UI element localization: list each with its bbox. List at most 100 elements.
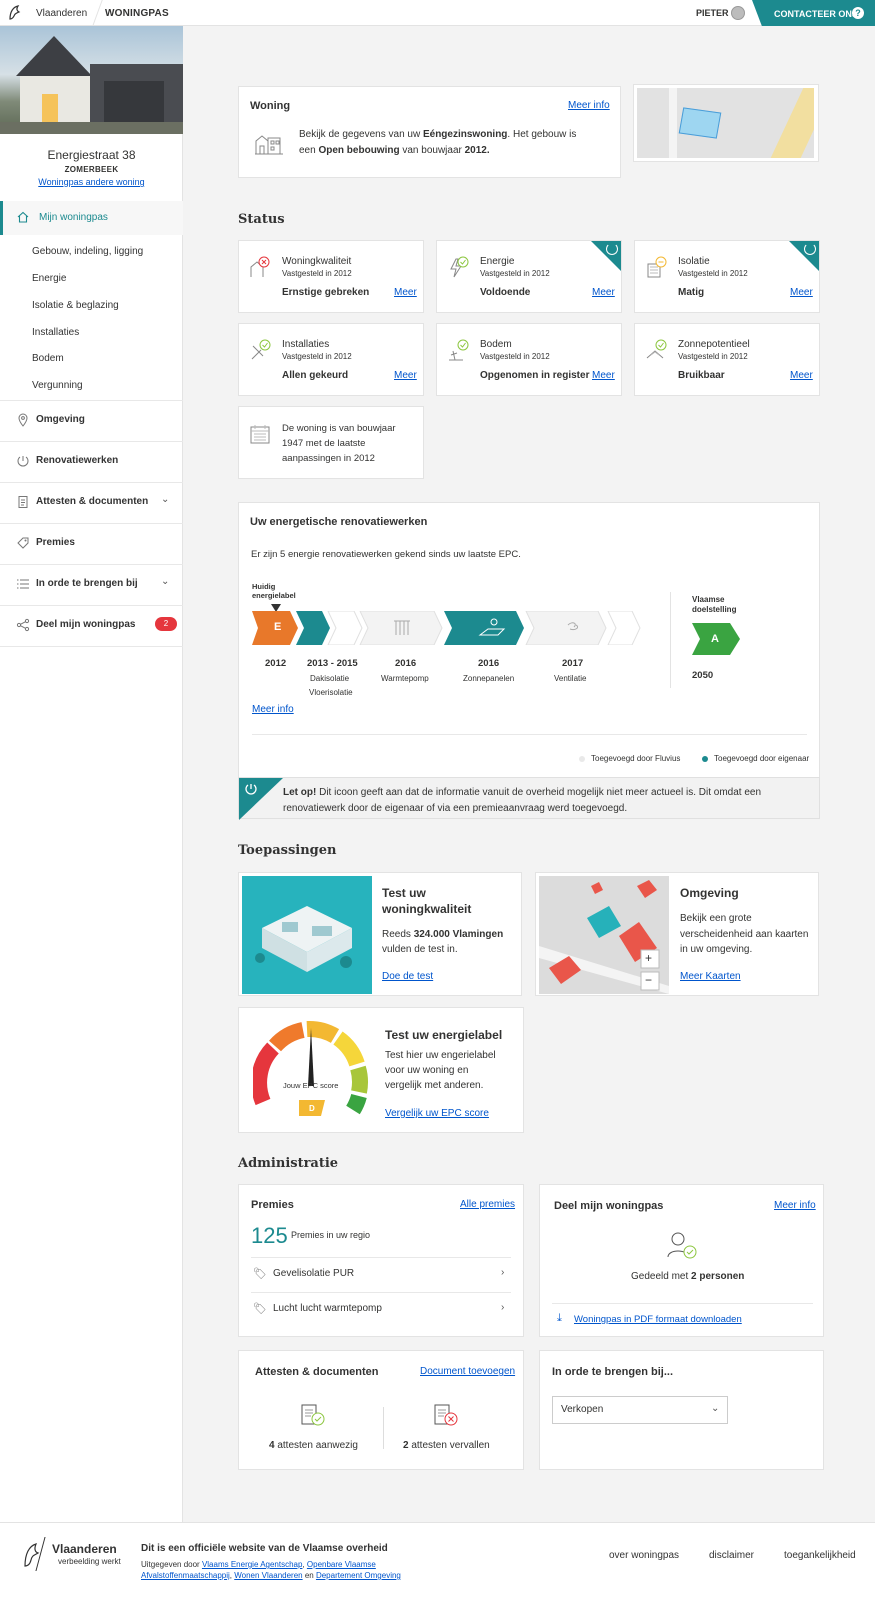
woning-more-link[interactable]: Meer info bbox=[568, 100, 610, 111]
status-card-bodem[interactable]: Bodem Vastgesteld in 2012 Opgenomen in r… bbox=[436, 323, 622, 396]
subnav-energie[interactable]: Energie bbox=[32, 273, 66, 284]
share-icon bbox=[16, 618, 30, 632]
zoom-in-button[interactable]: + bbox=[645, 951, 652, 965]
sidebar-item-renovatiewerken[interactable]: Renovatiewerken bbox=[0, 441, 183, 482]
status-card-zonnepotentieel[interactable]: Zonnepotentieel Vastgesteld in 2012 Brui… bbox=[634, 323, 820, 396]
legend-fluvius: Toegevoegd door Fluvius bbox=[591, 754, 681, 763]
order-card: In orde te brengen bij... Verkopen ⌄ bbox=[539, 1350, 824, 1470]
quality-title-2: woningkwaliteit bbox=[382, 902, 472, 916]
footer-link-disclaimer[interactable]: disclaimer bbox=[709, 1550, 754, 1561]
current-energy-label: E bbox=[274, 621, 282, 633]
step-desc: Vloerisolatie bbox=[309, 688, 353, 697]
sidebar-item-mijn-woningpas[interactable]: Mijn woningpas bbox=[0, 201, 183, 235]
premie-row[interactable]: 🏷 Gevelisolatie PUR › bbox=[251, 1257, 511, 1287]
subnav-bodem[interactable]: Bodem bbox=[32, 353, 64, 364]
shared-count: Gedeeld met 2 personen bbox=[631, 1271, 745, 1282]
documents-card: Attesten & documenten Document toevoegen… bbox=[238, 1350, 524, 1470]
address-street: Energiestraat 38 bbox=[47, 148, 136, 162]
add-document-link[interactable]: Document toevoegen bbox=[420, 1366, 515, 1377]
share-more-link[interactable]: Meer info bbox=[774, 1200, 816, 1211]
zoom-out-button[interactable]: − bbox=[645, 973, 652, 987]
attests-present: 4 attesten aanwezig bbox=[269, 1440, 358, 1451]
divider bbox=[383, 1407, 384, 1449]
subnav-gebouw[interactable]: Gebouw, indeling, ligging bbox=[32, 246, 143, 257]
legend-dot-fluvius bbox=[579, 756, 585, 762]
subnav-isolatie[interactable]: Isolatie & beglazing bbox=[32, 300, 119, 311]
download-icon: ⤓ bbox=[557, 1312, 562, 1324]
app-title[interactable]: WONINGPAS bbox=[105, 8, 169, 19]
app-card-omgeving: + − Omgeving Bekijk een grote verscheide… bbox=[535, 872, 819, 996]
woning-title: Woning bbox=[250, 100, 291, 112]
divider bbox=[0, 646, 183, 647]
status-value: Allen gekeurd bbox=[282, 370, 349, 381]
current-label-line-2: energielabel bbox=[252, 591, 296, 600]
status-card-isolatie[interactable]: Isolatie Vastgesteld in 2012 Matig Meer bbox=[634, 240, 820, 313]
brand-link[interactable]: Vlaanderen bbox=[36, 8, 87, 19]
order-select[interactable]: Verkopen ⌄ bbox=[552, 1396, 728, 1424]
subnav-installaties[interactable]: Installaties bbox=[32, 327, 79, 338]
other-home-link[interactable]: Woningpas andere woning bbox=[0, 177, 183, 187]
sidebar-item-omgeving[interactable]: Omgeving bbox=[0, 400, 183, 441]
subnav-vergunning[interactable]: Vergunning bbox=[32, 380, 83, 391]
status-more-link[interactable]: Meer bbox=[790, 370, 813, 381]
vlaanderen-lion-icon[interactable] bbox=[6, 4, 24, 22]
step-desc: Dakisolatie bbox=[310, 674, 350, 683]
solar-roof-check-icon bbox=[646, 339, 667, 359]
energy-text-1: Test hier uw engerielabel bbox=[385, 1050, 496, 1061]
premie-label: Lucht lucht warmtepomp bbox=[273, 1303, 382, 1314]
status-more-link[interactable]: Meer bbox=[790, 287, 813, 298]
woning-map-thumbnail[interactable] bbox=[637, 88, 814, 158]
woning-card: Woning Meer info Bekijk de gegevens van … bbox=[238, 86, 621, 178]
attests-expired: 2 attesten vervallen bbox=[403, 1440, 490, 1451]
insulation-warning-icon bbox=[647, 256, 667, 278]
omgeving-maps-link[interactable]: Meer Kaarten bbox=[680, 971, 741, 982]
status-more-link[interactable]: Meer bbox=[592, 287, 615, 298]
document-error-icon bbox=[434, 1404, 458, 1426]
order-title: In orde te brengen bij... bbox=[552, 1366, 674, 1378]
current-label-line-1: Huidig bbox=[252, 582, 276, 591]
premie-row[interactable]: 🏷 Lucht lucht warmtepomp › bbox=[251, 1292, 511, 1322]
help-icon[interactable]: ? bbox=[852, 7, 864, 19]
calendar-icon bbox=[250, 425, 270, 444]
home-icon bbox=[17, 211, 29, 223]
house-photo bbox=[0, 26, 183, 134]
sidebar-item-label: Deel mijn woningpas bbox=[36, 619, 136, 630]
status-card-bouwjaar: De woning is van bouwjaar 1947 met de la… bbox=[238, 406, 424, 479]
status-date: Vastgesteld in 2012 bbox=[480, 269, 550, 278]
status-more-link[interactable]: Meer bbox=[394, 370, 417, 381]
sidebar-item-in-orde[interactable]: In orde te brengen bij ⌄ bbox=[0, 564, 183, 605]
building-icon bbox=[255, 135, 283, 155]
pdf-download-link[interactable]: Woningpas in PDF formaat downloaden bbox=[574, 1314, 742, 1325]
location-pin-icon bbox=[18, 413, 28, 427]
energy-compare-link[interactable]: Vergelijk uw EPC score bbox=[385, 1108, 489, 1119]
status-more-link[interactable]: Meer bbox=[592, 370, 615, 381]
quality-title-1: Test uw bbox=[382, 886, 426, 900]
chevron-down-icon[interactable]: ⌄ bbox=[161, 576, 169, 587]
step-year: 2017 bbox=[562, 658, 584, 669]
chevron-right-icon: › bbox=[501, 1267, 505, 1278]
person-check-icon bbox=[667, 1232, 697, 1259]
divider bbox=[552, 1303, 813, 1304]
sidebar-item-premies[interactable]: Premies bbox=[0, 523, 183, 564]
chevron-down-icon[interactable]: ⌄ bbox=[161, 494, 169, 505]
sidebar-item-deel[interactable]: Deel mijn woningpas 2 bbox=[0, 605, 183, 646]
status-more-link[interactable]: Meer bbox=[394, 287, 417, 298]
all-premies-link[interactable]: Alle premies bbox=[460, 1199, 515, 1210]
sidebar-item-attesten[interactable]: Attesten & documenten ⌄ bbox=[0, 482, 183, 523]
avatar[interactable] bbox=[731, 6, 745, 20]
quality-text-2: vulden de test in. bbox=[382, 944, 458, 955]
footer-link-toegankelijkheid[interactable]: toegankelijkheid bbox=[784, 1550, 856, 1561]
footer-link-over[interactable]: over woningpas bbox=[609, 1550, 679, 1561]
share-card: Deel mijn woningpas Meer info Gedeeld me… bbox=[539, 1184, 824, 1337]
quality-test-link[interactable]: Doe de test bbox=[382, 971, 433, 982]
renovation-more-link[interactable]: Meer info bbox=[252, 704, 294, 715]
status-card-installaties[interactable]: Installaties Vastgesteld in 2012 Allen g… bbox=[238, 323, 424, 396]
sidebar-item-label: Mijn woningpas bbox=[39, 212, 108, 223]
divider bbox=[92, 0, 103, 26]
divider bbox=[252, 734, 807, 735]
sidebar-item-label: Premies bbox=[36, 537, 75, 548]
sidebar-item-label: Renovatiewerken bbox=[36, 455, 119, 466]
status-card-woningkwaliteit[interactable]: Woningkwaliteit Vastgesteld in 2012 Erns… bbox=[238, 240, 424, 313]
user-name[interactable]: PIETER bbox=[696, 8, 729, 18]
status-card-energie[interactable]: Energie Vastgesteld in 2012 Voldoende Me… bbox=[436, 240, 622, 313]
